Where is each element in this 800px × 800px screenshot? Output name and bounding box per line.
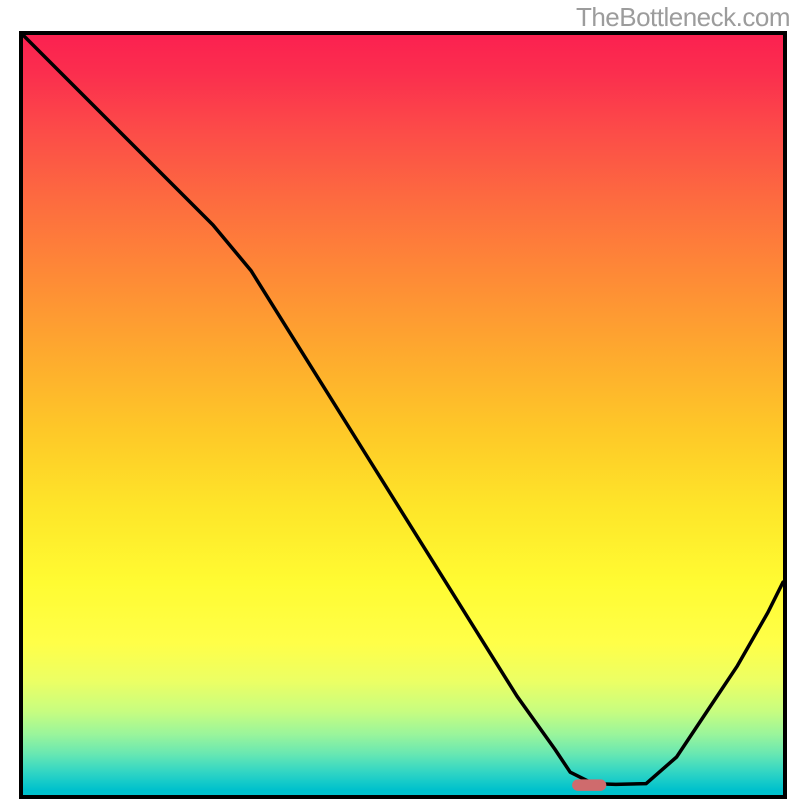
chart-container: TheBottleneck.com xyxy=(0,0,800,800)
watermark-text: TheBottleneck.com xyxy=(576,2,790,33)
gradient-background xyxy=(23,35,783,795)
plot-frame xyxy=(19,31,787,799)
